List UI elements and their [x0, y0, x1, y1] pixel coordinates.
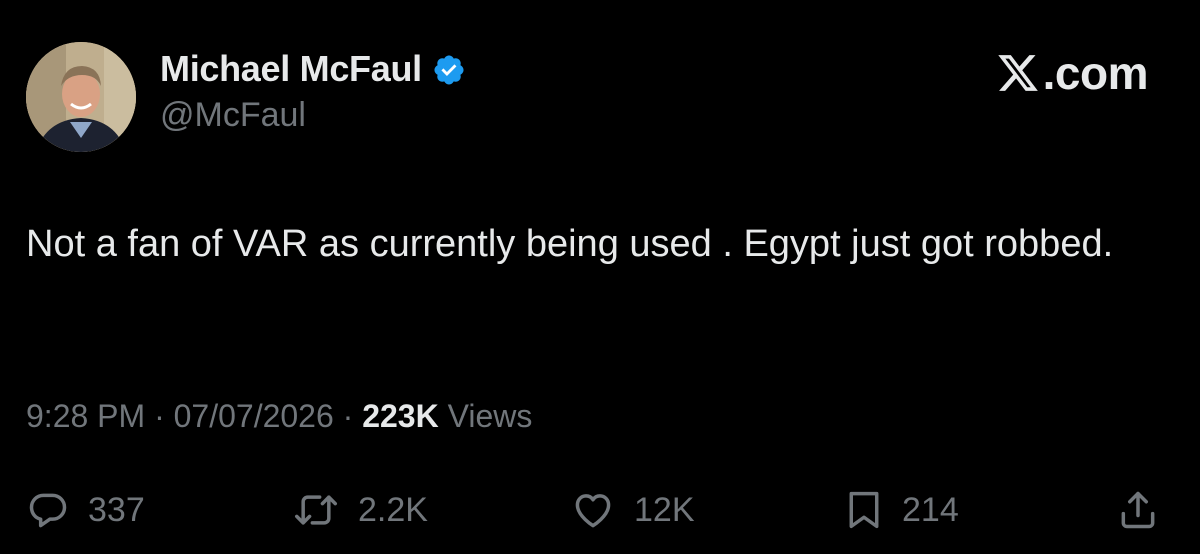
like-button[interactable]: 12K — [570, 482, 695, 538]
reply-button[interactable]: 337 — [26, 482, 145, 538]
profile-photo — [26, 42, 136, 152]
heart-icon — [575, 494, 611, 528]
tweet-card: Michael McFaul @McFaul .com Not a fan of… — [0, 0, 1200, 554]
author-block: Michael McFaul @McFaul — [160, 44, 466, 135]
like-count: 12K — [634, 490, 695, 529]
repost-icon — [295, 495, 337, 525]
action-bar: 337 2.2K 12K 214 — [0, 482, 1200, 538]
tweet-time[interactable]: 9:28 PM — [26, 398, 145, 434]
meta-separator: · — [154, 398, 165, 434]
views-label: Views — [447, 398, 533, 434]
share-icon — [1121, 491, 1155, 529]
name-row: Michael McFaul — [160, 44, 466, 94]
tweet-meta: 9:28 PM · 07/07/2026 · 223K Views — [26, 398, 532, 435]
bookmark-button[interactable]: 214 — [844, 482, 959, 538]
reply-count: 337 — [88, 490, 145, 529]
repost-count: 2.2K — [358, 490, 428, 529]
brand-label: .com — [1042, 47, 1149, 99]
reply-icon — [29, 493, 67, 528]
repost-button[interactable]: 2.2K — [292, 482, 428, 538]
avatar[interactable] — [26, 42, 136, 152]
verified-badge-icon[interactable] — [432, 53, 466, 87]
bookmark-icon — [849, 491, 879, 529]
author-handle[interactable]: @McFaul — [160, 96, 466, 135]
views-count[interactable]: 223K — [362, 398, 439, 434]
tweet-text: Not a fan of VAR as currently being used… — [26, 223, 1114, 265]
author-name[interactable]: Michael McFaul — [160, 48, 422, 90]
tweet-date[interactable]: 07/07/2026 — [174, 398, 334, 434]
bookmark-count: 214 — [902, 490, 959, 529]
brand-watermark: .com — [995, 46, 1149, 100]
share-button[interactable] — [1116, 482, 1160, 538]
x-logo-icon — [997, 55, 1038, 91]
meta-separator: · — [342, 398, 354, 434]
